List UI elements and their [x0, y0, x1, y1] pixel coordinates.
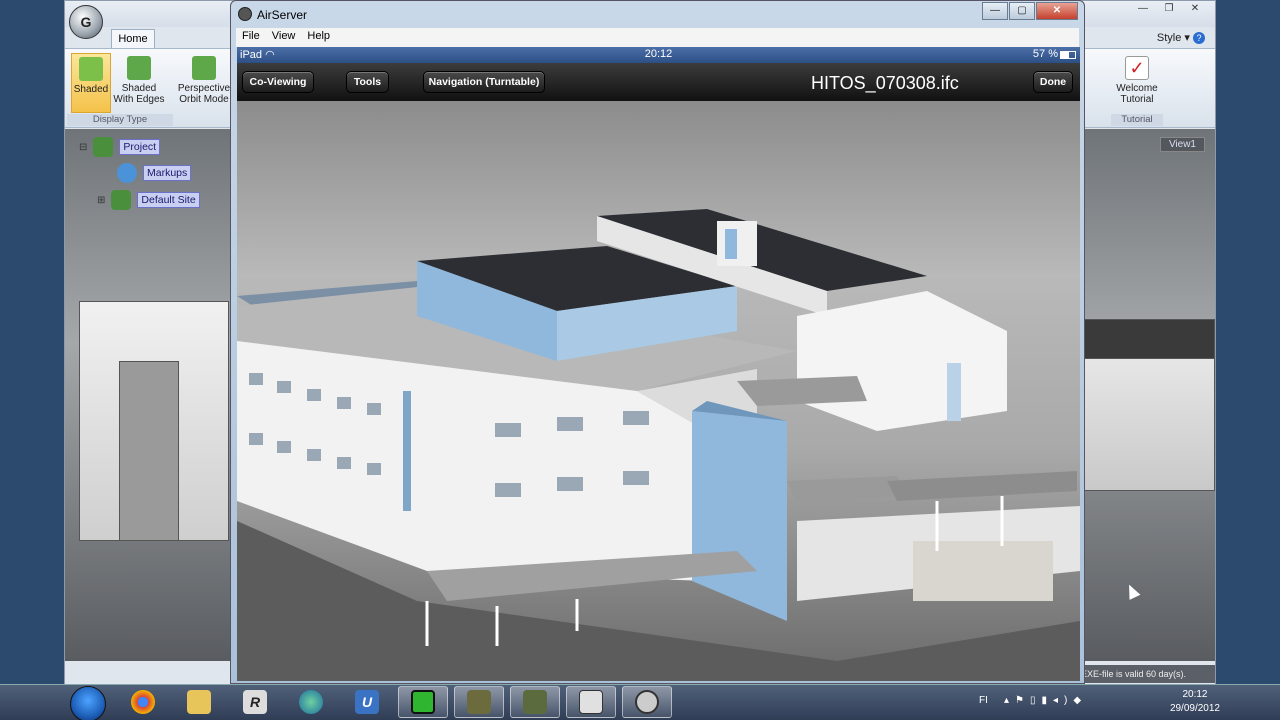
- site-icon: [111, 190, 132, 210]
- folder-icon: [187, 690, 211, 714]
- ultraedit-icon: U: [355, 690, 379, 714]
- tray-date: 29/09/2012: [1169, 703, 1220, 714]
- ipad-clock: 20:12: [644, 48, 673, 60]
- welcome-label: Welcome Tutorial: [1116, 83, 1158, 105]
- ipad-status-bar: iPad ◠ 20:12 57 %: [237, 47, 1080, 63]
- tools-button[interactable]: Tools: [346, 71, 389, 93]
- start-button[interactable]: [70, 686, 106, 720]
- language-indicator[interactable]: FI: [979, 695, 988, 706]
- shaded-button[interactable]: Shaded: [71, 53, 111, 113]
- bim-3d-viewport[interactable]: [237, 101, 1080, 681]
- airserver-title: AirServer: [257, 8, 308, 22]
- tree-item-markups[interactable]: Markups: [117, 163, 192, 183]
- tree-item-default-site[interactable]: ⊞ Default Site: [97, 190, 200, 210]
- bg-minimize-icon[interactable]: —: [1131, 3, 1155, 19]
- tutorial-group-label: Tutorial: [1111, 114, 1163, 126]
- taskbar-globe-app[interactable]: [286, 686, 336, 718]
- shaded-label: Shaded: [73, 84, 109, 95]
- welcome-check-icon: ✓: [1125, 56, 1149, 80]
- shaded-edges-button[interactable]: Shaded With Edges: [113, 53, 165, 113]
- view-tab-view1[interactable]: View1: [1159, 137, 1205, 152]
- perspective-label: Perspective Orbit Mode: [177, 83, 231, 105]
- expand-icon[interactable]: ⊞: [97, 195, 105, 206]
- bg-window-controls: — ❐ ✕: [1131, 3, 1207, 19]
- green-square-icon: [411, 690, 435, 714]
- ipad-mirror-screen: iPad ◠ 20:12 57 % Co-Viewing Tools Navig…: [237, 47, 1080, 681]
- building-model: [237, 209, 1080, 681]
- maximize-icon[interactable]: ▢: [1009, 2, 1035, 20]
- ipad-battery-text: 57 %: [1032, 48, 1058, 60]
- tree-label-default-site: Default Site: [137, 192, 200, 208]
- ipad-toolbar: Co-Viewing Tools Navigation (Turntable) …: [237, 63, 1080, 101]
- gp-icon: [635, 690, 659, 714]
- navigation-turntable-button[interactable]: Navigation (Turntable): [423, 71, 545, 93]
- taskbar-model-app-1[interactable]: [454, 686, 504, 718]
- menu-file[interactable]: File: [236, 28, 266, 47]
- shaded-edges-label: Shaded With Edges: [113, 83, 165, 105]
- model-icon-3: [579, 690, 603, 714]
- airserver-menubar: File View Help: [236, 28, 1079, 47]
- shaded-edges-icon: [127, 56, 151, 80]
- taskbar-explorer[interactable]: [174, 686, 224, 718]
- menu-view[interactable]: View: [266, 28, 302, 47]
- perspective-orbit-button[interactable]: Perspective Orbit Mode: [177, 53, 231, 113]
- collapse-icon[interactable]: ⊟: [79, 142, 87, 153]
- taskbar-chrome[interactable]: [118, 686, 168, 718]
- battery-fill: [1061, 52, 1069, 58]
- battery-icon: [1060, 51, 1076, 59]
- airserver-icon: [238, 7, 252, 21]
- taskbar-model-app-2[interactable]: [510, 686, 560, 718]
- minimize-icon[interactable]: —: [982, 2, 1008, 20]
- tree-label-markups: Markups: [143, 165, 192, 181]
- menu-help[interactable]: Help: [301, 28, 336, 47]
- shaded-cube-icon: [79, 57, 103, 81]
- project-icon: [93, 137, 114, 157]
- globe-icon: [299, 690, 323, 714]
- style-label: Style: [1156, 32, 1182, 44]
- bg-restore-icon[interactable]: ❐: [1157, 3, 1181, 19]
- bg-close-icon[interactable]: ✕: [1183, 3, 1207, 19]
- tray-time: 20:12: [1182, 689, 1208, 700]
- help-icon[interactable]: ?: [1193, 32, 1205, 44]
- bg-building-right-roof: [1081, 319, 1215, 359]
- taskbar-model-app-3[interactable]: [566, 686, 616, 718]
- done-button[interactable]: Done: [1033, 71, 1073, 93]
- model-icon-2: [523, 690, 547, 714]
- license-status: EXE-file is valid 60 day(s).: [1075, 665, 1215, 683]
- model-icon-1: [467, 690, 491, 714]
- welcome-tutorial-button[interactable]: ✓ Welcome Tutorial: [1115, 53, 1159, 113]
- style-menu[interactable]: Style ▾ ?: [1157, 31, 1205, 44]
- taskbar-ultraedit[interactable]: U: [342, 686, 392, 718]
- airserver-window-controls: — ▢ ✕: [982, 2, 1078, 20]
- app-orb-button[interactable]: G: [69, 5, 103, 39]
- taskbar-green-app[interactable]: [398, 686, 448, 718]
- tree-item-project[interactable]: ⊟ Project: [79, 137, 161, 157]
- chrome-icon: [131, 690, 155, 714]
- tab-home[interactable]: Home: [111, 29, 155, 49]
- markups-cloud-icon: [117, 163, 137, 183]
- display-type-group-label: Display Type: [67, 114, 173, 126]
- airserver-window: AirServer — ▢ ✕ File View Help iPad ◠ 20…: [230, 0, 1085, 684]
- tray-icons[interactable]: ▴⚑▯▮◂)◆: [1004, 695, 1087, 706]
- rx-icon: R: [243, 690, 267, 714]
- tray-clock[interactable]: 20:12 29/09/2012: [1170, 688, 1220, 716]
- taskbar-rx-app[interactable]: R: [230, 686, 280, 718]
- project-tree: ⊟ Project Markups ⊞ Default Site: [65, 129, 235, 389]
- perspective-icon: [192, 56, 216, 80]
- tree-label-project: Project: [119, 139, 161, 155]
- taskbar-gp-app[interactable]: [622, 686, 672, 718]
- desktop: G — ❐ ✕ Home Style ▾ ? Shaded Shaded Wit…: [0, 0, 1280, 720]
- coviewing-button[interactable]: Co-Viewing: [242, 71, 314, 93]
- close-icon[interactable]: ✕: [1036, 2, 1078, 20]
- document-title: HITOS_070308.ifc: [811, 73, 959, 93]
